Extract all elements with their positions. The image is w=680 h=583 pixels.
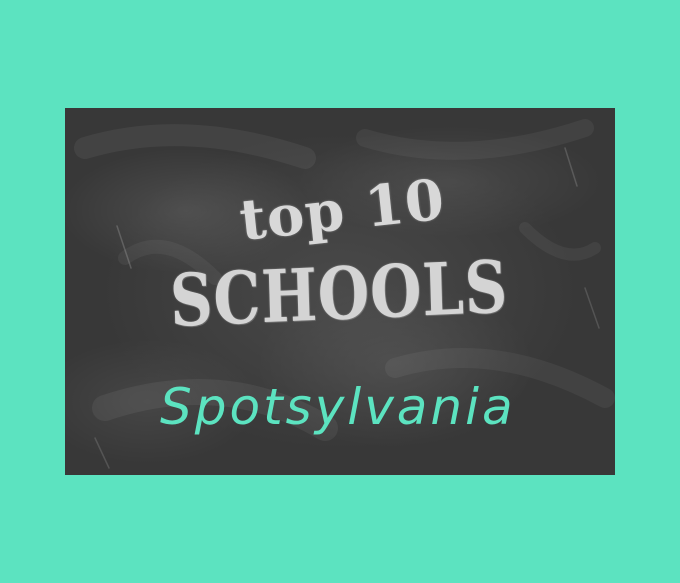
title-schools: SCHOOLS (168, 243, 510, 343)
subtitle-spotsylvania: Spotsylvania (160, 378, 516, 436)
